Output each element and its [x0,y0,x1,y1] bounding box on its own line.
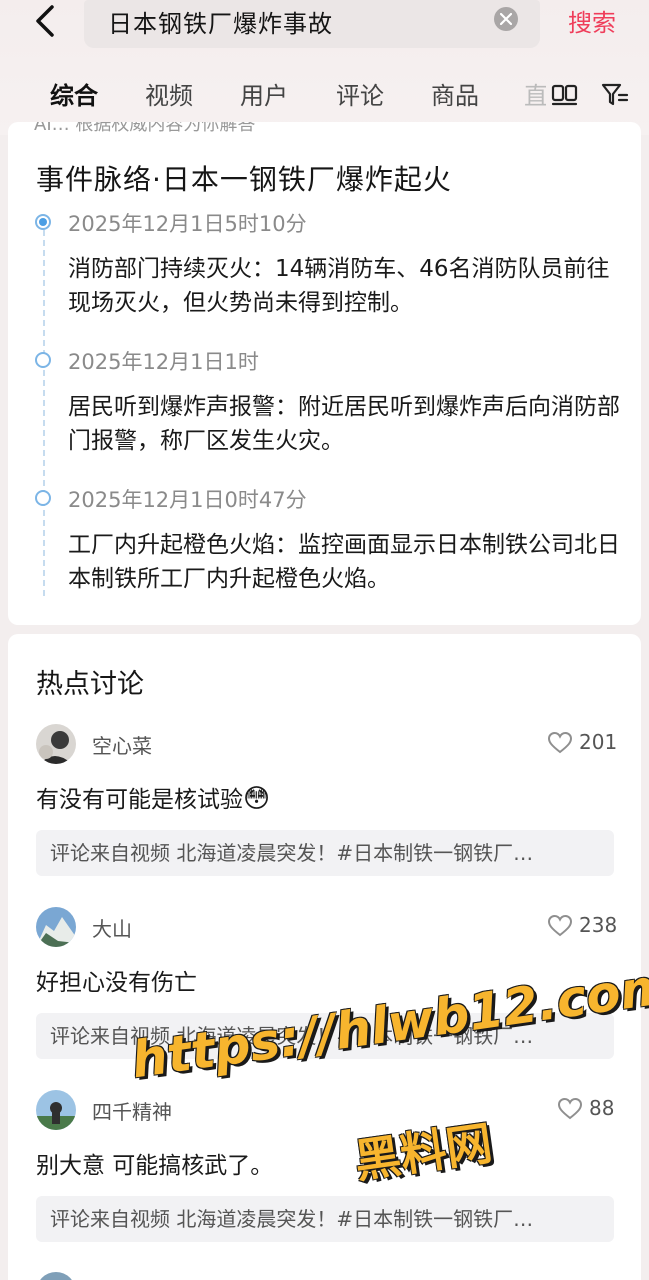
tab-comments[interactable]: 评论 [336,76,384,111]
timeline-time: 2025年12月1日1时 [68,350,259,374]
ai-source-note: AI… 根据权威内容为你解答 [34,122,256,135]
comment-source-text: 评论来自视频 北海道凌晨突发！#日本制铁一钢铁厂… [50,1024,534,1048]
timeline-dot-current [35,214,51,230]
timeline-dot [35,490,51,506]
tab-users[interactable]: 用户 [240,76,288,111]
avatar[interactable] [36,907,76,947]
comment-source-link[interactable]: 评论来自视频 北海道凌晨突发！#日本制铁一钢铁厂… [36,1013,614,1059]
like-button[interactable]: 88 [557,1094,615,1124]
tab-live[interactable]: 直 [524,76,546,116]
like-button[interactable]: 201 [547,728,617,758]
timeline-text: 居民听到爆炸声报警：附近居民听到爆炸声后向消防部门报警，称厂区发生火灾。 [68,394,620,454]
username[interactable]: 四千精神 [92,1096,172,1125]
like-count: 238 [579,913,618,937]
avatar[interactable] [36,1090,76,1130]
username[interactable]: 大山 [92,913,132,942]
back-arrow-icon[interactable] [30,4,64,38]
heart-icon [547,731,573,754]
comment-text: 别大意 可能搞核武了。 [36,1153,274,1179]
grid-view-icon[interactable] [550,80,580,110]
search-button[interactable]: 搜索 [568,3,616,38]
top-bar: 日本钢铁厂爆炸事故 搜索 综合 视频 用户 评论 商品 直 [0,0,649,135]
comment-source-text: 评论来自视频 北海道凌晨突发！#日本制铁一钢铁厂… [50,1207,534,1231]
category-tabs: 综合 视频 用户 评论 商品 直 [0,76,649,120]
comment-body: 有没有可能是核试验 [36,787,243,813]
section-title: 热点讨论 [36,669,144,700]
avatar[interactable] [36,724,76,764]
timeline-time: 2025年12月1日5时10分 [68,212,307,236]
comment-source-text: 评论来自视频 北海道凌晨突发！#日本制铁一钢铁厂… [50,841,534,865]
timeline-text: 工厂内升起橙色火焰：监控画面显示日本制铁公司北日本制铁所工厂内升起橙色火焰。 [68,532,620,592]
comment-text: 好担心没有伤亡 [36,970,197,996]
timeline-dot [35,352,51,368]
event-timeline-card: AI… 根据权威内容为你解答 事件脉络·日本一钢铁厂爆炸起火 2025年12月1… [8,122,641,625]
tab-comprehensive[interactable]: 综合 [50,76,98,111]
filter-icon[interactable] [600,80,630,110]
like-count: 201 [579,730,618,754]
tab-video[interactable]: 视频 [145,76,193,111]
hot-discussion-card: 热点讨论 空心菜 201 有没有可能是核试验😳 评论来自视频 北海道凌晨突发！#… [8,634,641,1280]
timeline-text: 消防部门持续灭火：14辆消防车、46名消防队员前往现场灭火，但火势尚未得到控制。 [68,256,610,316]
card-title: 事件脉络·日本一钢铁厂爆炸起火 [36,163,452,196]
username[interactable]: 空心菜 [92,730,152,759]
comment-text: 有没有可能是核试验😳 [36,780,270,814]
flushed-emoji: 😳 [243,784,271,814]
comment-source-link[interactable]: 评论来自视频 北海道凌晨突发！#日本制铁一钢铁厂… [36,1196,614,1242]
avatar[interactable] [36,1272,76,1280]
heart-icon [547,914,573,937]
heart-icon [557,1097,583,1120]
search-input[interactable]: 日本钢铁厂爆炸事故 [108,4,333,39]
tab-products[interactable]: 商品 [431,76,479,111]
clear-icon[interactable] [494,7,518,31]
like-count: 88 [589,1096,615,1120]
like-button[interactable]: 238 [547,911,617,941]
timeline-line [43,230,45,596]
comment-source-link[interactable]: 评论来自视频 北海道凌晨突发！#日本制铁一钢铁厂… [36,830,614,876]
search-bar[interactable]: 日本钢铁厂爆炸事故 [84,0,540,48]
timeline-time: 2025年12月1日0时47分 [68,488,307,512]
